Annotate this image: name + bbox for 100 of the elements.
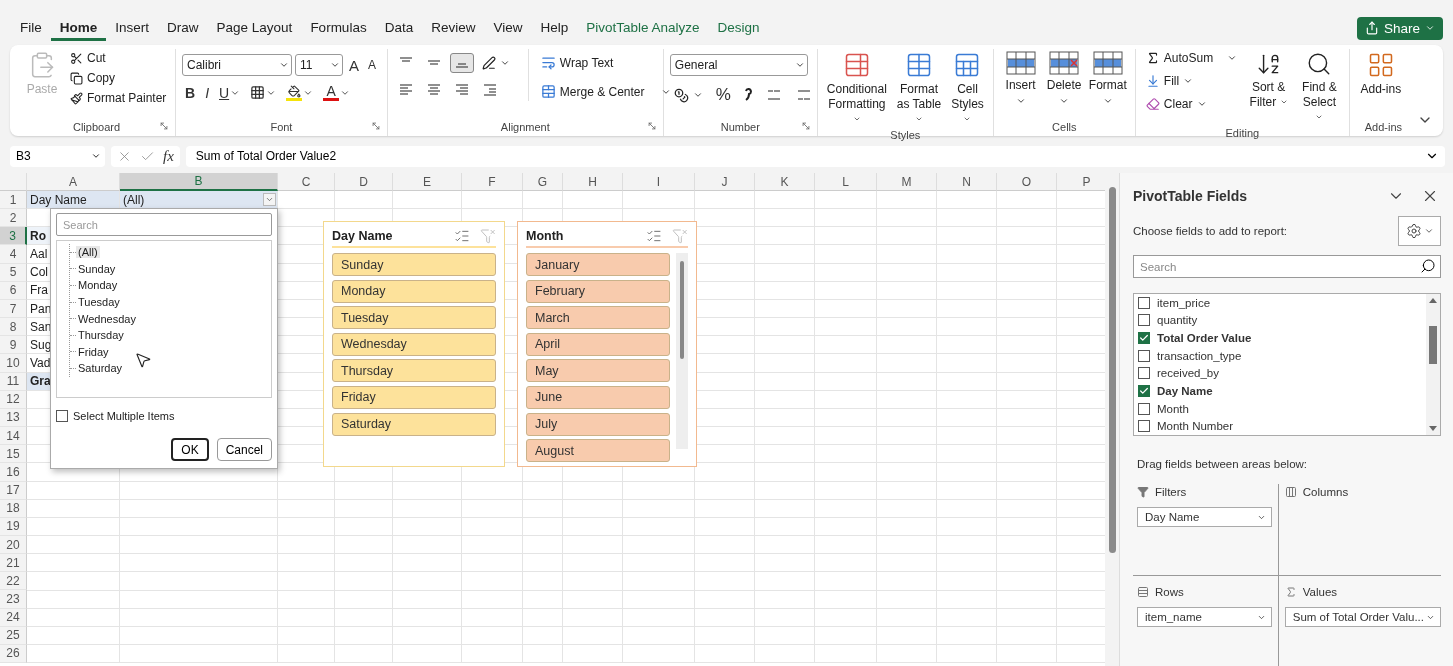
copy-button[interactable]: Copy [66, 69, 171, 87]
field-label[interactable]: transaction_type [1157, 349, 1242, 362]
menu-tab[interactable]: Data [375, 15, 423, 41]
cells-button[interactable]: Format [1086, 49, 1129, 108]
list-item[interactable]: Wednesday [76, 312, 138, 325]
scrollbar[interactable] [1105, 173, 1119, 666]
share-button[interactable]: Share [1356, 16, 1443, 40]
slicer-item[interactable]: Saturday [332, 412, 496, 436]
list-item[interactable]: Saturday [76, 362, 125, 375]
field-label[interactable]: quantity [1157, 314, 1198, 327]
checkbox[interactable] [1138, 296, 1150, 309]
menu-tab[interactable]: Home [50, 15, 107, 41]
row-header[interactable]: 2 [0, 209, 27, 228]
number-format-dropdown[interactable]: General [669, 54, 808, 76]
column-header[interactable]: E [393, 173, 462, 191]
column-header[interactable]: J [695, 173, 755, 191]
list-item[interactable]: Monday [76, 279, 120, 292]
field-label[interactable]: received_by [1157, 367, 1219, 380]
list-item[interactable]: Sunday [76, 262, 118, 275]
name-box[interactable]: B3 [10, 145, 105, 167]
list-item[interactable]: Tuesday [76, 296, 122, 309]
column-header[interactable]: B [120, 173, 278, 191]
column-header[interactable]: A [27, 173, 120, 191]
column-header[interactable]: P [1057, 173, 1105, 191]
column-header[interactable]: I [623, 173, 695, 191]
cut-button[interactable]: Cut [66, 49, 171, 67]
checkbox[interactable] [1138, 384, 1150, 397]
list-item[interactable]: Friday [76, 345, 111, 358]
align-button[interactable] [449, 53, 474, 73]
cells-button[interactable]: Insert [999, 49, 1042, 108]
filter-dropdown-button[interactable] [263, 193, 276, 206]
slicer-item[interactable]: February [526, 279, 670, 303]
slicer-item[interactable]: January [526, 253, 670, 276]
row-header[interactable]: 21 [0, 554, 27, 573]
menu-tab[interactable]: Review [422, 15, 485, 41]
menu-tab[interactable]: Formulas [301, 15, 376, 41]
field-label[interactable]: item_price [1157, 296, 1211, 309]
grow-font-button[interactable]: A [346, 55, 362, 75]
slicer-item[interactable]: April [526, 332, 670, 356]
styles-button[interactable]: Conditional Formatting [823, 49, 890, 129]
area-field[interactable]: Day Name [1137, 507, 1272, 527]
cancel-button[interactable]: Cancel [216, 438, 272, 461]
slicer-item[interactable]: Monday [332, 279, 496, 303]
list-item[interactable]: Thursday [76, 329, 126, 342]
menu-tab[interactable]: PivotTable Analyze [577, 15, 709, 41]
column-header[interactable]: O [997, 173, 1057, 191]
field-label[interactable]: Month [1157, 402, 1189, 415]
search-field[interactable]: Search [1133, 255, 1441, 278]
column-header[interactable]: N [937, 173, 997, 191]
menu-tab[interactable]: File [11, 15, 51, 41]
row-header[interactable]: 23 [0, 590, 27, 609]
list-item[interactable]: (All) [76, 246, 100, 259]
scrollbar[interactable] [1426, 294, 1440, 435]
font-name-dropdown[interactable]: Calibri [182, 54, 292, 76]
clear-button[interactable]: Clear [1141, 95, 1242, 113]
slicer-item[interactable]: Friday [332, 385, 496, 409]
checkbox[interactable] [1138, 367, 1150, 380]
settings-button[interactable] [1398, 216, 1441, 246]
multi-select-icon[interactable] [646, 228, 662, 244]
font-color-button[interactable]: A [320, 83, 354, 102]
row-header[interactable]: 1 [0, 191, 27, 210]
slicer-item[interactable]: July [526, 412, 670, 436]
row-header[interactable]: 3 [0, 227, 27, 246]
search-field[interactable]: Search [56, 213, 272, 236]
menu-tab[interactable]: View [484, 15, 532, 41]
menu-tab[interactable]: Insert [106, 15, 159, 41]
column-header[interactable]: G [523, 173, 563, 191]
column-header[interactable]: F [462, 173, 523, 191]
area-field[interactable]: Sum of Total Order Valu... [1284, 607, 1441, 627]
multi-select-icon[interactable] [454, 228, 470, 244]
slicer-item[interactable]: August [526, 439, 670, 463]
add-ins-button[interactable]: Add-ins [1355, 49, 1406, 99]
slicer-item[interactable]: March [526, 306, 670, 330]
column-header[interactable]: C [278, 173, 335, 191]
shrink-font-button[interactable]: A [365, 57, 380, 73]
insert-function-button[interactable]: fx [163, 147, 174, 165]
column-header[interactable]: H [563, 173, 623, 191]
checkbox[interactable] [1138, 332, 1150, 345]
slicer-item[interactable]: Wednesday [332, 332, 496, 356]
slicer-item[interactable]: Tuesday [332, 306, 496, 330]
merge-center-button[interactable]: Merge & Center [536, 82, 675, 101]
underline-button[interactable]: U [216, 83, 244, 102]
menu-tab[interactable]: Draw [158, 15, 208, 41]
checkbox[interactable] [1138, 402, 1150, 415]
field-label[interactable]: Month Number [1157, 420, 1234, 433]
row-header[interactable]: 8 [0, 318, 27, 337]
slicer-item[interactable]: Thursday [332, 359, 496, 383]
bold-button[interactable]: B [182, 83, 199, 102]
formula-field[interactable]: Sum of Total Order Value2 [185, 145, 1445, 167]
row-header[interactable]: 10 [0, 354, 27, 373]
scrollbar-thumb[interactable] [1108, 187, 1116, 553]
scrollbar-thumb[interactable] [1429, 325, 1437, 364]
cells-button[interactable]: Delete [1043, 49, 1085, 108]
column-header[interactable]: K [755, 173, 815, 191]
checkbox[interactable] [56, 410, 68, 422]
column-header[interactable]: D [335, 173, 393, 191]
slicer-item[interactable]: Sunday [332, 253, 496, 276]
row-header[interactable]: 22 [0, 572, 27, 591]
styles-button[interactable]: Format as Table [891, 49, 947, 129]
field-label[interactable]: Total Order Value [1157, 332, 1252, 345]
